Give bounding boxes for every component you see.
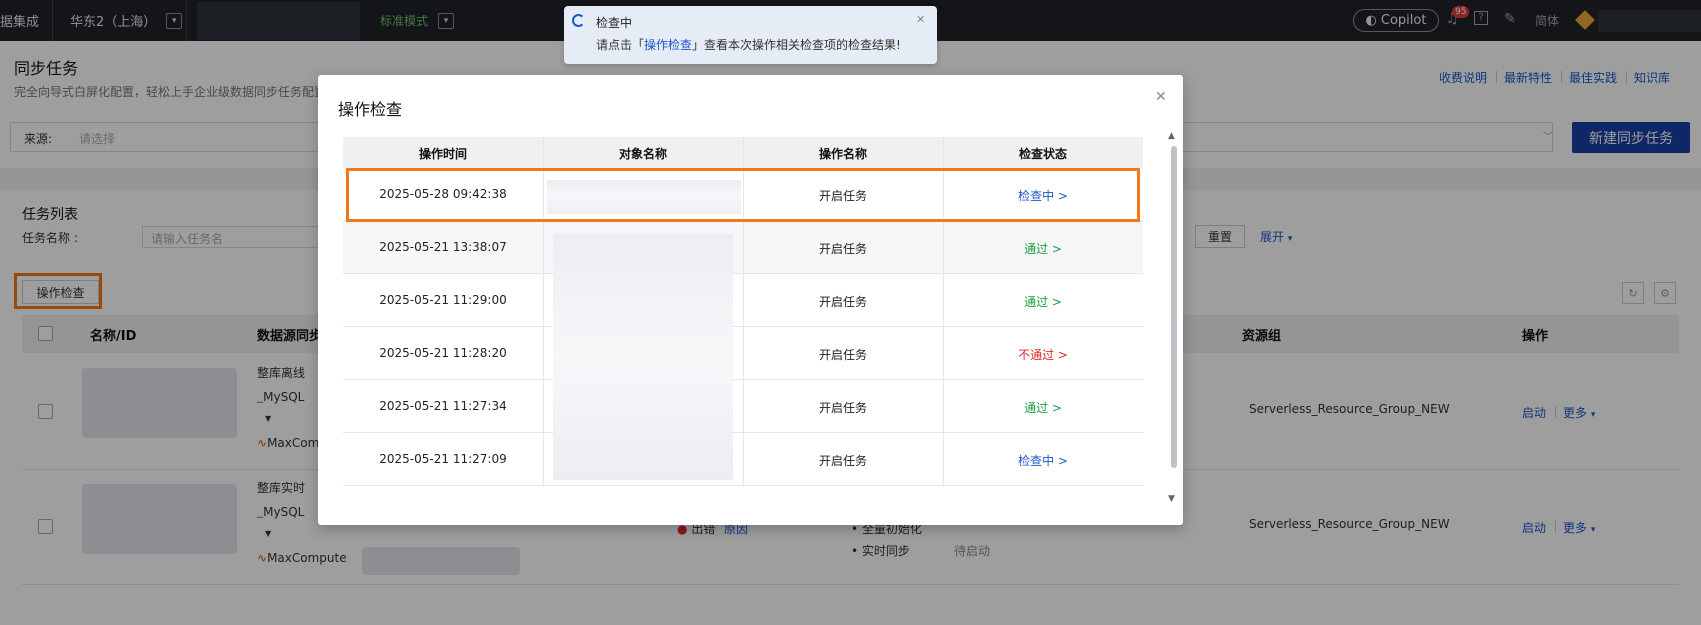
operation-time: 2025-05-21 13:38:07 (379, 240, 507, 254)
toast-title: 检查中 (596, 16, 633, 30)
divider (543, 274, 544, 327)
highlight-box (346, 168, 1140, 222)
operation-time: 2025-05-21 11:27:09 (379, 452, 507, 466)
operation-name: 开启任务 (818, 348, 867, 362)
scrollbar[interactable] (1171, 146, 1177, 468)
operation-time: 2025-05-21 11:28:20 (379, 346, 507, 360)
object-name (553, 234, 733, 480)
divider (743, 137, 744, 168)
toast-link[interactable]: 操作检查 (644, 38, 692, 52)
operation-name: 开启任务 (818, 242, 867, 256)
loading-spinner-icon (572, 14, 585, 27)
check-status-link[interactable]: 检查中 > (943, 452, 1143, 469)
column-header: 检查状态 (1018, 147, 1067, 161)
operation-name: 开启任务 (818, 295, 867, 309)
check-status-link[interactable]: 通过 > (943, 399, 1143, 416)
column-header: 操作名称 (818, 147, 867, 161)
toast-text: 请点击「 (596, 38, 645, 52)
check-status-link[interactable]: 通过 > (943, 240, 1143, 257)
check-status-link[interactable]: 通过 > (943, 293, 1143, 310)
scroll-up-icon[interactable]: ▲ (1168, 131, 1175, 141)
column-header: 对象名称 (618, 147, 667, 161)
divider (943, 137, 944, 168)
operation-time: 2025-05-21 11:27:34 (379, 399, 507, 413)
check-status-link[interactable]: 不通过 > (943, 346, 1143, 363)
dialog-title: 操作检查 (338, 100, 403, 119)
divider (543, 433, 544, 486)
column-header: 操作时间 (418, 147, 467, 161)
divider (543, 137, 544, 168)
close-icon[interactable]: ✕ (1155, 89, 1167, 105)
divider (543, 327, 544, 380)
scroll-down-icon[interactable]: ▼ (1168, 494, 1175, 504)
toast-message: 请点击「操作检查」查看本次操作相关检查项的检查结果! (596, 36, 901, 53)
divider (543, 221, 544, 274)
toast-text: 」查看本次操作相关检查项的检查结果! (692, 38, 901, 52)
operation-name: 开启任务 (818, 454, 867, 468)
divider (543, 380, 544, 433)
close-icon[interactable]: ✕ (916, 13, 925, 26)
operation-time: 2025-05-21 11:29:00 (379, 293, 507, 307)
operation-name: 开启任务 (818, 401, 867, 415)
